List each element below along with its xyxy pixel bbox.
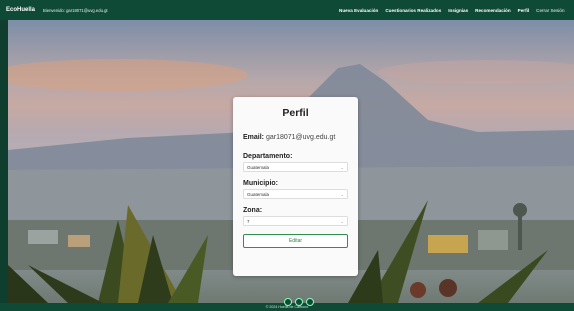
- footer: © 2024 Huella de Carbono: [0, 298, 574, 311]
- social-links: [284, 298, 314, 306]
- municipio-label: Municipio:: [243, 180, 278, 187]
- nav-perfil[interactable]: Perfil: [514, 8, 533, 13]
- edit-button[interactable]: Editar: [243, 234, 348, 248]
- social-icon[interactable]: [284, 298, 292, 306]
- top-navbar: EcoHuella Bienvenido: gar18071@uvg.edu.g…: [0, 0, 574, 20]
- chevron-down-icon: ⌄: [340, 218, 344, 224]
- zona-value: 7: [247, 218, 250, 224]
- nav-cuestionarios-realizados[interactable]: Cuestionarios Realizados: [382, 8, 445, 13]
- zona-label: Zona:: [243, 207, 263, 214]
- profile-title: Perfil: [282, 107, 309, 119]
- social-icon[interactable]: [306, 298, 314, 306]
- social-icon[interactable]: [295, 298, 303, 306]
- nav-links: Nueva Evaluación Cuestionarios Realizado…: [336, 8, 568, 13]
- chevron-down-icon: ⌄: [340, 164, 344, 170]
- departamento-select[interactable]: Guatemala ⌄: [243, 162, 348, 172]
- municipio-select[interactable]: Guatemala ⌄: [243, 189, 348, 199]
- municipio-value: Guatemala: [247, 191, 270, 197]
- departamento-label: Departamento:: [243, 153, 293, 160]
- nav-nueva-evaluacion[interactable]: Nueva Evaluación: [336, 8, 382, 13]
- email-value: gar18071@uvg.edu.gt: [265, 134, 336, 141]
- chevron-down-icon: ⌄: [340, 191, 344, 197]
- email-label: Email:: [243, 134, 265, 141]
- welcome-text: Bienvenido: gar18071@uvg.edu.gt: [43, 7, 108, 13]
- email-row: Email: gar18071@uvg.edu.gt: [243, 134, 348, 141]
- nav-recomendacion[interactable]: Recomendación: [472, 8, 514, 13]
- nav-insignias[interactable]: Insignias: [445, 8, 472, 13]
- nav-cerrar-sesion[interactable]: Cerrar Sesión: [533, 8, 568, 13]
- brand-logo[interactable]: EcoHuella: [6, 7, 35, 13]
- profile-card: Perfil Email: gar18071@uvg.edu.gt Depart…: [233, 97, 358, 276]
- departamento-value: Guatemala: [247, 164, 270, 170]
- zona-select[interactable]: 7 ⌄: [243, 216, 348, 226]
